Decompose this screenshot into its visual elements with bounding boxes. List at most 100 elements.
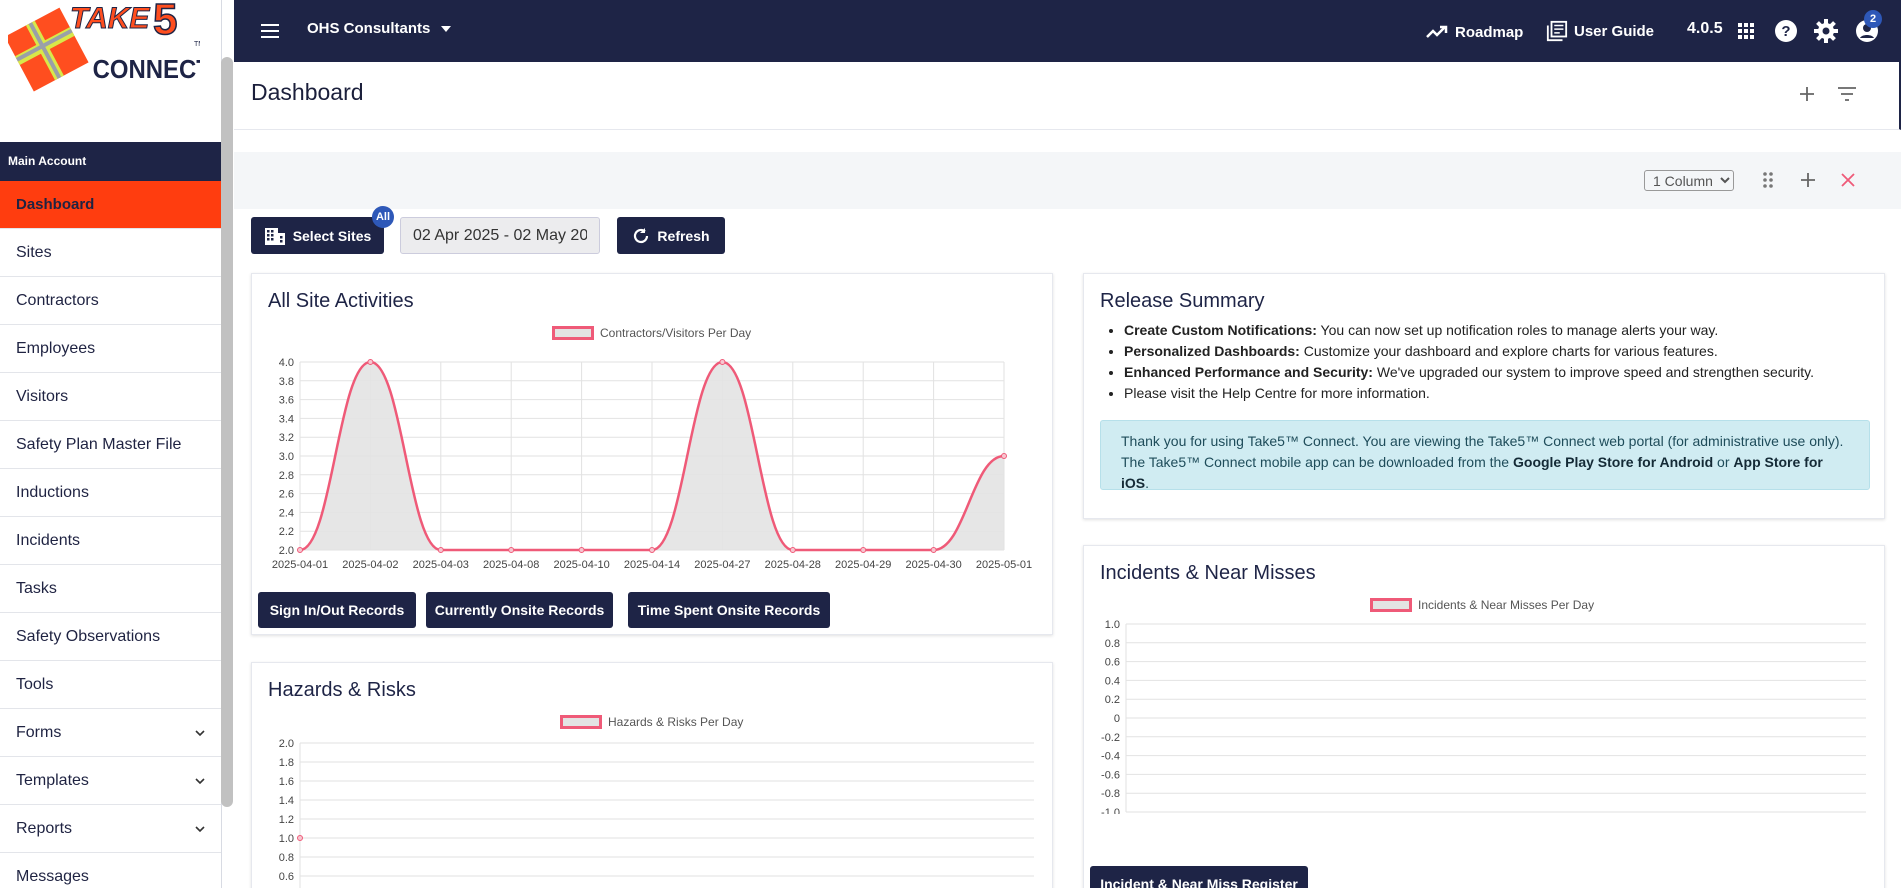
dashboard-header: Dashboard: [234, 62, 1901, 130]
legend-label: Incidents & Near Misses Per Day: [1418, 598, 1595, 612]
data-point[interactable]: [578, 547, 585, 553]
sidebar-item-label: Forms: [16, 723, 62, 741]
incidents-title: Incidents & Near Misses: [1100, 562, 1316, 584]
data-point[interactable]: [1001, 453, 1007, 459]
chart-legend[interactable]: Contractors/Visitors Per Day: [552, 326, 751, 340]
sidebar-item-dashboard[interactable]: Dashboard: [0, 181, 221, 229]
x-tick-label: 2025-04-14: [624, 559, 680, 571]
hazards-risks-title: Hazards & Risks: [268, 679, 416, 701]
data-point[interactable]: [649, 547, 655, 553]
site-activities-chart: 4.0 3.8 3.6 3.4 3.2 3.0 2.8 2.6 2.4 2.2 2.0 2025-04…: [272, 357, 1032, 571]
info-line-1: Thank you for using Take5™ Connect. You …: [1121, 433, 1844, 449]
sidebar-item-label: Visitors: [16, 387, 69, 405]
sidebar-item-tools[interactable]: Tools: [0, 661, 221, 709]
release-note-heading: Personalized Dashboards:: [1124, 343, 1300, 359]
sidebar-item-label: Dashboard: [16, 196, 95, 213]
layout-toolbar: 1 Column: [234, 152, 1901, 209]
x-tick-label: 2025-05-01: [976, 559, 1032, 571]
data-point[interactable]: [719, 359, 726, 365]
y-tick-label: 3.2: [279, 432, 294, 444]
help-icon[interactable]: ?: [1774, 19, 1798, 43]
incident-register-label: Incident & Near Miss Register: [1100, 876, 1298, 888]
y-tick-label: -0.8: [1101, 788, 1120, 800]
sidebar-item-inductions[interactable]: Inductions: [0, 469, 221, 517]
filter-list-icon[interactable]: [1835, 82, 1859, 106]
sidebar-scrollbar[interactable]: [221, 57, 233, 807]
sidebar-item-sites[interactable]: Sites: [0, 229, 221, 277]
data-point[interactable]: [297, 547, 303, 553]
release-note-text: We've upgraded our system to improve spe…: [1372, 364, 1815, 380]
release-note-item: Enhanced Performance and Security: We've…: [1124, 362, 1814, 383]
take5-connect-logo[interactable]: TAKE 5 CONNECT TM: [4, 0, 211, 95]
sidebar-item-tasks[interactable]: Tasks: [0, 565, 221, 613]
date-range-input[interactable]: [400, 217, 600, 254]
sidebar-item-label: Safety Observations: [16, 627, 161, 645]
release-note-item: Please visit the Help Centre for more in…: [1124, 383, 1814, 404]
info-line-2: The Take5™ Connect mobile app can be dow…: [1121, 452, 1849, 494]
data-point[interactable]: [297, 835, 303, 841]
legend-label: Contractors/Visitors Per Day: [600, 326, 752, 340]
legend-label: Hazards & Risks Per Day: [608, 715, 744, 729]
sidebar-item-label: Reports: [16, 819, 73, 837]
data-point[interactable]: [789, 547, 796, 553]
y-tick-label: 1.6: [279, 776, 294, 788]
sidebar-item-incidents[interactable]: Incidents: [0, 517, 221, 565]
data-point[interactable]: [508, 547, 515, 553]
x-tick-label: 2025-04-28: [765, 559, 821, 571]
remove-row-close-icon[interactable]: [1837, 169, 1859, 191]
organization-selector[interactable]: OHS Consultants: [307, 20, 452, 37]
y-tick-label: 1.0: [279, 833, 294, 845]
roadmap-label: Roadmap: [1455, 23, 1524, 41]
sidebar-item-forms[interactable]: Forms: [0, 709, 221, 757]
y-tick-label: -0.4: [1101, 751, 1120, 763]
sidebar-item-templates[interactable]: Templates: [0, 757, 221, 805]
add-widget-icon[interactable]: [1795, 82, 1819, 106]
incidents-card: Incidents & Near Misses Incidents & Near…: [1083, 545, 1885, 888]
roadmap-link[interactable]: Roadmap: [1425, 20, 1523, 44]
data-point[interactable]: [367, 359, 374, 365]
chart-legend[interactable]: Incidents & Near Misses Per Day: [1370, 598, 1594, 612]
sidebar-item-safety-plan-master-file[interactable]: Safety Plan Master File: [0, 421, 221, 469]
settings-gear-icon[interactable]: [1814, 19, 1838, 43]
refresh-button[interactable]: Refresh: [617, 217, 725, 254]
sidebar-item-messages[interactable]: Messages: [0, 853, 221, 888]
sidebar-item-safety-observations[interactable]: Safety Observations: [0, 613, 221, 661]
x-tick-label: 2025-04-29: [835, 559, 891, 571]
release-note-text: You can now set up notification roles to…: [1316, 322, 1719, 338]
add-row-icon[interactable]: [1797, 169, 1819, 191]
y-tick-label: 4.0: [279, 357, 294, 369]
sidebar-item-employees[interactable]: Employees: [0, 325, 221, 373]
currently-onsite-recordsbutton[interactable]: Currently Onsite Records: [426, 592, 613, 628]
release-notes-list: Create Custom Notifications: You can now…: [1124, 320, 1814, 404]
chart-legend[interactable]: Hazards & Risks Per Day: [560, 715, 743, 729]
chevron-down-icon: [195, 729, 205, 736]
user-guide-link[interactable]: User Guide: [1546, 20, 1654, 42]
sign-in-out-recordsbutton[interactable]: Sign In/Out Records: [258, 592, 416, 628]
select-sites-button[interactable]: Select Sites: [251, 217, 384, 254]
drag-handle-icon[interactable]: [1757, 169, 1779, 191]
sidebar-item-label: Incidents: [16, 531, 81, 549]
building-icon: [264, 227, 285, 245]
hamburger-menu-icon[interactable]: [258, 19, 282, 43]
y-tick-label: 2.0: [279, 738, 294, 750]
incident-register-button[interactable]: Incident & Near Miss Register: [1090, 866, 1308, 888]
data-point[interactable]: [860, 547, 867, 553]
y-tick-label: 1.8: [279, 757, 294, 769]
main-account-header: Main Account: [0, 142, 221, 181]
column-layout-select[interactable]: 1 Column: [1644, 170, 1734, 191]
top-navbar: OHS Consultants Roadmap User Guide 4.0.5…: [234, 0, 1901, 62]
data-point[interactable]: [437, 547, 444, 553]
apps-grid-icon[interactable]: [1734, 19, 1758, 43]
site-activities-title: All Site Activities: [268, 290, 414, 312]
data-point[interactable]: [930, 547, 937, 553]
release-summary-card: Release Summary Create Custom Notificati…: [1083, 273, 1885, 519]
time-spent-onsite-recordsbutton[interactable]: Time Spent Onsite Records: [628, 592, 830, 628]
x-tick-label: 2025-04-02: [342, 559, 398, 571]
svg-text:5: 5: [153, 0, 177, 44]
release-note-heading: Enhanced Performance and Security:: [1124, 364, 1373, 380]
release-note-item: Personalized Dashboards: Customize your …: [1124, 341, 1814, 362]
sidebar-item-visitors[interactable]: Visitors: [0, 373, 221, 421]
google-play-link[interactable]: Google Play Store for Android: [1513, 454, 1713, 470]
sidebar-item-reports[interactable]: Reports: [0, 805, 221, 853]
sidebar-item-contractors[interactable]: Contractors: [0, 277, 221, 325]
